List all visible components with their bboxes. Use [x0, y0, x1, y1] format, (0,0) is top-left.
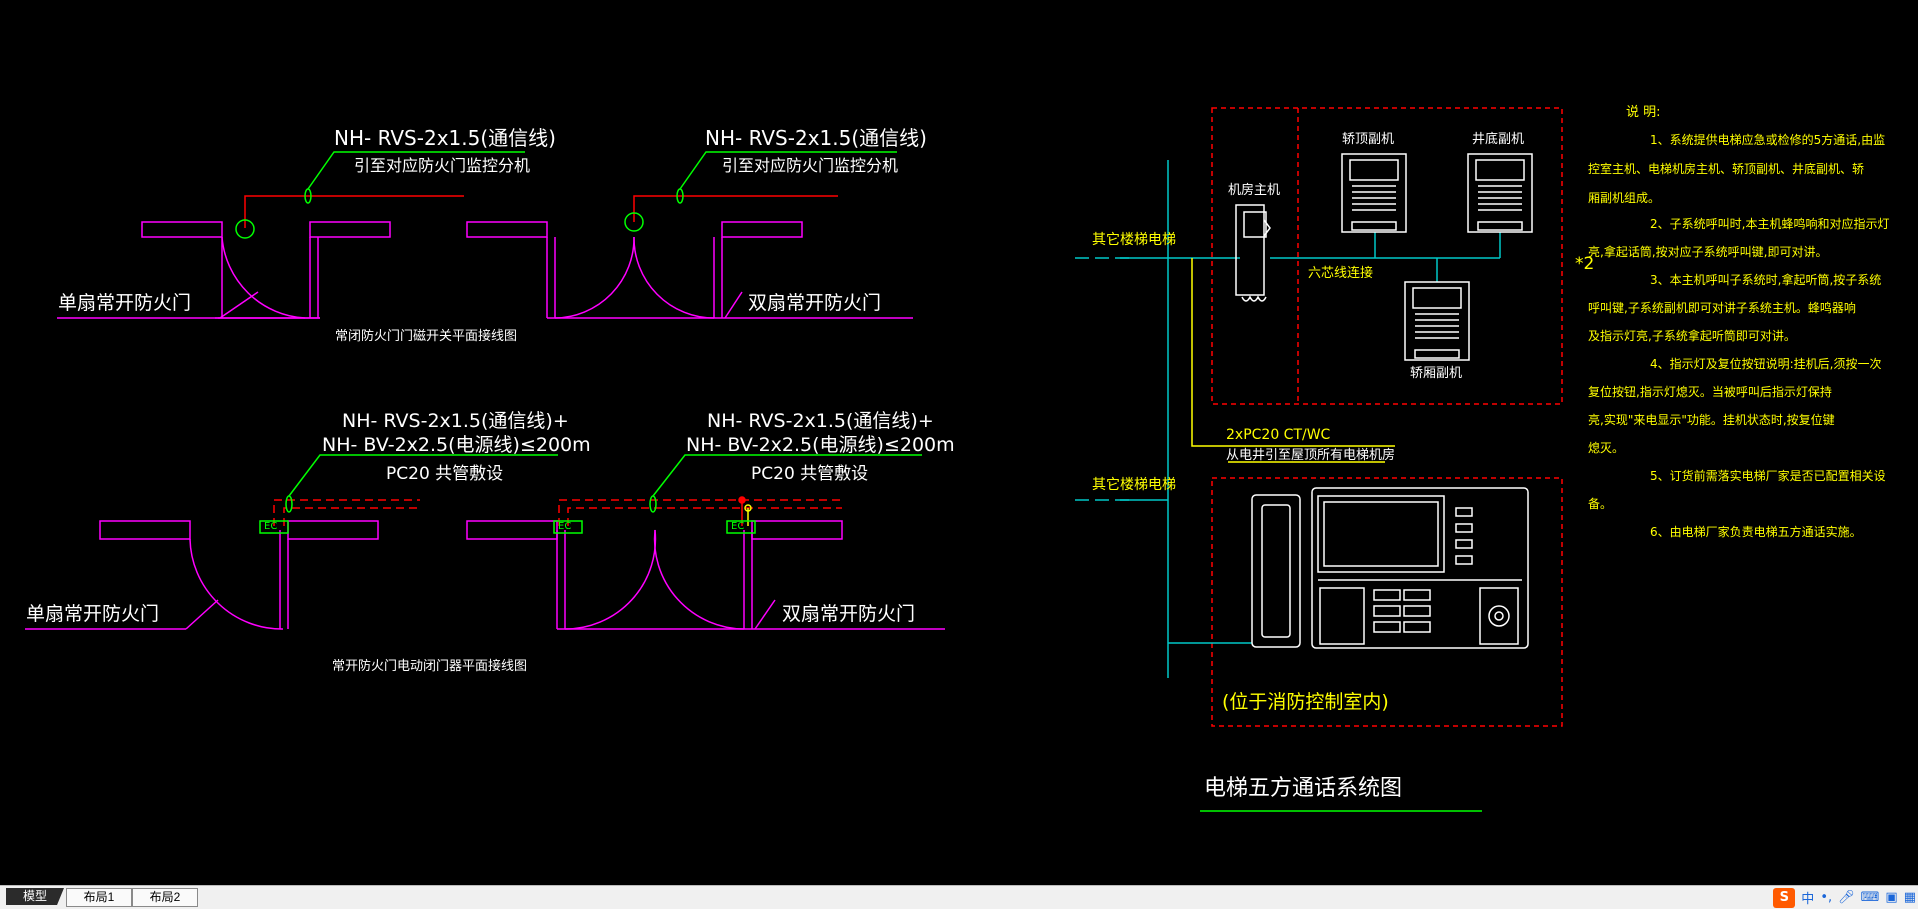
d1-callout-left-line2: 引至对应防火门监控分机	[354, 156, 531, 175]
tab-model[interactable]: 模型	[6, 888, 64, 905]
tab-layout1[interactable]: 布局1	[66, 888, 132, 907]
note-line: 亮,实现"来电显示"功能。挂机状态时,按复位键	[1588, 413, 1835, 427]
tab-layout2[interactable]: 布局2	[132, 888, 198, 907]
note-line: 5、订货前需落实电梯厂家是否已配置相关设	[1650, 469, 1886, 483]
label-other-elevator-bottom: 其它楼梯电梯	[1092, 477, 1176, 493]
note-line: 3、本主机呼叫子系统时,拿起听筒,按子系统	[1650, 273, 1882, 287]
cable-line2: 从电井引至屋顶所有电梯机房	[1226, 448, 1396, 463]
label-machine-room-host: 机房主机	[1228, 183, 1281, 198]
drawing-canvas[interactable]: NH- RVS-2x1.5(通信线) 引至对应防火门监控分机 NH- RVS-2…	[0, 0, 1918, 885]
microphone-icon[interactable]: 🎤︎	[1838, 890, 1855, 905]
d2-ec-tag-right: EC	[731, 521, 745, 532]
punctuation-icon[interactable]: •,	[1820, 890, 1832, 905]
layout-tab-bar: 模型 布局1 布局2 S 中 •, 🎤︎ ⌨ ▣ ▦	[0, 885, 1918, 909]
cable-line1: 2xPC20 CT/WC	[1226, 427, 1331, 443]
ime-logo-icon[interactable]: S	[1773, 887, 1796, 908]
label-car-unit: 轿厢副机	[1410, 366, 1463, 381]
note-line: 备。	[1588, 497, 1613, 511]
note-line: 呼叫键,子系统副机即可对讲子系统主机。蜂鸣器响	[1588, 301, 1856, 315]
notes-title: 说 明:	[1626, 105, 1661, 120]
d2-ec-tag-middle: EC	[558, 521, 572, 532]
label-location: (位于消防控制室内)	[1222, 691, 1389, 713]
d2-callout-right-line3: PC20 共管敷设	[751, 464, 869, 484]
label-pit-unit: 井底副机	[1472, 132, 1525, 147]
note-line: 厢副机组成。	[1588, 191, 1661, 205]
d2-callout-left-line2: NH- BV-2x2.5(电源线)≤200m	[322, 434, 591, 456]
d1-callout-left-line1: NH- RVS-2x1.5(通信线)	[334, 126, 556, 150]
note-line: 复位按钮,指示灯熄灭。当被呼叫后指示灯保持	[1588, 385, 1832, 399]
note-line: 控室主机、电梯机房主机、轿顶副机、井底副机、轿	[1588, 162, 1865, 176]
d1-caption: 常闭防火门门磁开关平面接线图	[335, 329, 518, 344]
d2-callout-left-line1: NH- RVS-2x1.5(通信线)+	[342, 410, 569, 432]
note-line: 2、子系统呼叫时,本主机蜂鸣响和对应指示灯	[1650, 217, 1890, 231]
d2-callout-left-line3: PC20 共管敷设	[386, 464, 504, 484]
cad-linework	[25, 107, 1563, 812]
note-line: 4、指示灯及复位按钮说明:挂机后,须按一次	[1650, 357, 1882, 371]
grid-menu-icon[interactable]: ▦	[1904, 890, 1916, 905]
d1-label-double-door: 双扇常开防火门	[748, 292, 882, 314]
label-six-core: 六芯线连接	[1308, 266, 1374, 281]
note-line: 亮,拿起话筒,按对应子系统呼叫键,即可对讲。	[1588, 245, 1828, 259]
note-line: 熄灭。	[1588, 441, 1625, 455]
d1-callout-right-line2: 引至对应防火门监控分机	[722, 156, 899, 175]
note-line: 及指示灯亮,子系统拿起听筒即可对讲。	[1588, 329, 1796, 343]
d2-callout-right-line1: NH- RVS-2x1.5(通信线)+	[707, 410, 934, 432]
system-title: 电梯五方通话系统图	[1204, 776, 1403, 801]
d2-caption: 常开防火门电动闭门器平面接线图	[332, 659, 528, 674]
ime-mode-label[interactable]: 中	[1801, 888, 1814, 907]
d2-callout-right-line2: NH- BV-2x2.5(电源线)≤200m	[686, 434, 955, 456]
d2-label-single-door: 单扇常开防火门	[26, 603, 160, 625]
keyboard-icon[interactable]: ⌨	[1861, 890, 1880, 905]
note-line: 1、系统提供电梯应急或检修的5方通话,由监	[1650, 133, 1886, 147]
shirt-icon[interactable]: ▣	[1885, 890, 1897, 905]
label-other-elevator-top: 其它楼梯电梯	[1092, 232, 1176, 248]
note-line: 6、由电梯厂家负责电梯五方通话实施。	[1650, 525, 1862, 539]
d2-ec-tag-left: EC	[264, 521, 278, 532]
d1-callout-right-line1: NH- RVS-2x1.5(通信线)	[705, 126, 927, 150]
label-car-top-unit: 轿顶副机	[1342, 132, 1395, 147]
d2-label-double-door: 双扇常开防火门	[782, 603, 916, 625]
d1-label-single-door: 单扇常开防火门	[58, 292, 192, 314]
ime-toolbar[interactable]: S 中 •, 🎤︎ ⌨ ▣ ▦	[1773, 886, 1916, 909]
